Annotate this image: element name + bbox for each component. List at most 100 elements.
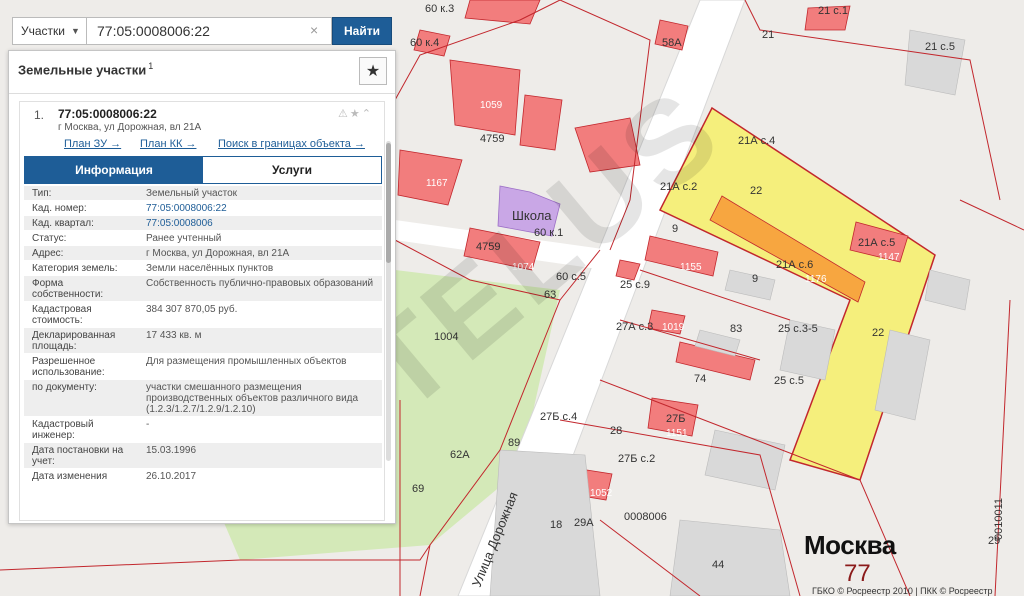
svg-text:25 с.3-5: 25 с.3-5	[778, 323, 818, 335]
table-row: Дата изменения 26.10.2017	[24, 469, 382, 484]
row-key: Тип:	[32, 188, 52, 199]
svg-text:60 к.3: 60 к.3	[425, 3, 454, 15]
svg-text:29А: 29А	[574, 517, 594, 529]
row-key: Кадастровая стоимость:	[32, 304, 92, 326]
svg-text:21А с.2: 21А с.2	[660, 181, 697, 193]
svg-text:1155: 1155	[680, 262, 702, 273]
svg-text:27Б с.4: 27Б с.4	[540, 411, 577, 423]
row-key: Дата изменения	[32, 471, 108, 482]
svg-text:4759: 4759	[476, 241, 500, 253]
result-card: 1. 77:05:0008006:22 г Москва, ул Дорожна…	[19, 101, 385, 521]
row-value: г Москва, ул Дорожная, вл 21А	[146, 248, 290, 259]
table-row: Кадастровая стоимость: 384 307 870,05 руб…	[24, 302, 382, 328]
find-button[interactable]: Найти	[332, 17, 392, 45]
svg-text:4759: 4759	[480, 133, 504, 145]
svg-text:18: 18	[550, 519, 562, 531]
svg-text:44: 44	[712, 559, 724, 571]
clear-icon[interactable]: ×	[310, 22, 318, 38]
table-row: Адрес: г Москва, ул Дорожная, вл 21А	[24, 246, 382, 261]
link-plan-kk[interactable]: План КК →	[140, 138, 196, 150]
svg-text:58А: 58А	[662, 37, 682, 49]
row-key: Адрес:	[32, 248, 64, 259]
row-key: Кадастровый инженер:	[32, 419, 94, 441]
table-row: Кад. номер: 77:05:0008006:22	[24, 201, 382, 216]
tab-information[interactable]: Информация	[25, 157, 203, 183]
search-type-label: Участки	[21, 24, 65, 38]
svg-text:60 с.5: 60 с.5	[556, 271, 586, 283]
tab-services[interactable]: Услуги	[203, 157, 381, 183]
table-row: Тип: Земельный участок	[24, 186, 382, 201]
svg-text:28: 28	[610, 425, 622, 437]
search-bar: Участки ▼ × Найти	[12, 16, 392, 46]
row-value: Земли населённых пунктов	[146, 263, 274, 274]
panel-scrollbar-thumb[interactable]	[386, 143, 391, 263]
link-plan-zu[interactable]: План ЗУ →	[64, 138, 121, 150]
card-action-icons[interactable]: ⚠★⌃	[338, 107, 373, 120]
row-value-link[interactable]: 77:05:0008006:22	[142, 201, 382, 215]
svg-text:1074: 1074	[512, 262, 535, 273]
svg-text:9: 9	[672, 223, 678, 235]
svg-text:60 к.4: 60 к.4	[410, 37, 439, 49]
svg-text:27Б с.2: 27Б с.2	[618, 453, 655, 465]
tab-bar: Информация Услуги	[24, 156, 382, 184]
row-key: Форма собственности:	[32, 278, 104, 300]
table-row: Разрешенное использование: Для размещения…	[24, 354, 382, 380]
row-value: участки смешанного размещения производст…	[146, 382, 359, 415]
svg-text:22: 22	[750, 185, 762, 197]
row-value-link[interactable]: 77:05:0008006	[142, 216, 382, 230]
table-row: Форма собственности: Собственность публич…	[24, 276, 382, 302]
info-table: Тип: Земельный участок Кад. номер: 77:05:0…	[24, 186, 382, 484]
panel-title-count: 1	[148, 61, 154, 71]
search-input[interactable]	[86, 17, 332, 45]
svg-text:0008006: 0008006	[624, 511, 667, 523]
svg-text:27А с.3: 27А с.3	[616, 321, 653, 333]
map-attribution[interactable]: ГБКО © Росреестр 2010 | ПКК © Росреестр	[812, 586, 993, 596]
svg-text:27Б: 27Б	[666, 413, 685, 425]
row-key: Статус:	[32, 233, 67, 244]
result-cadastral-id[interactable]: 77:05:0008006:22	[58, 107, 157, 121]
link-search-within[interactable]: Поиск в границах объекта →	[218, 138, 365, 150]
row-value: 384 307 870,05 руб.	[146, 304, 238, 315]
svg-text:0010011: 0010011	[993, 498, 1005, 540]
svg-text:60 к.1: 60 к.1	[534, 227, 563, 239]
row-value: 15.03.1996	[146, 445, 197, 456]
svg-text:21: 21	[762, 29, 774, 41]
svg-text:1151: 1151	[666, 428, 688, 439]
svg-text:1059: 1059	[480, 100, 503, 111]
svg-text:1147: 1147	[878, 252, 900, 263]
chevron-down-icon: ▼	[71, 26, 80, 36]
svg-text:74: 74	[694, 373, 706, 385]
table-row: Кадастровый инженер: -	[24, 417, 382, 443]
svg-text:21А с.4: 21А с.4	[738, 135, 775, 147]
panel-title: Земельные участки 1	[18, 61, 153, 77]
svg-text:25 с.5: 25 с.5	[774, 375, 804, 387]
row-key: Дата постановки на учет:	[32, 445, 124, 467]
table-row: Статус: Ранее учтенный	[24, 231, 382, 246]
table-row: Категория земель: Земли населённых пункто…	[24, 261, 382, 276]
svg-text:83: 83	[730, 323, 742, 335]
search-type-dropdown[interactable]: Участки ▼	[12, 17, 86, 45]
table-row: Дата постановки на учет: 15.03.1996	[24, 443, 382, 469]
svg-text:25 с.9: 25 с.9	[620, 279, 650, 291]
row-key: Декларированная площадь:	[32, 330, 116, 352]
svg-text:63: 63	[544, 289, 556, 301]
svg-text:1019: 1019	[662, 322, 685, 333]
svg-text:1176: 1176	[805, 274, 827, 285]
row-value: Ранее учтенный	[146, 233, 222, 244]
svg-text:62А: 62А	[450, 449, 470, 461]
row-value: 17 433 кв. м	[146, 330, 202, 341]
svg-text:21 с.1: 21 с.1	[818, 5, 848, 17]
svg-text:1004: 1004	[434, 331, 458, 343]
svg-text:69: 69	[412, 483, 424, 495]
row-value: Собственность публично-правовых образова…	[146, 278, 374, 289]
favorite-star-button[interactable]: ★	[359, 57, 387, 85]
svg-text:21 с.5: 21 с.5	[925, 41, 955, 53]
city-label: Москва	[804, 530, 896, 560]
row-value: 26.10.2017	[146, 471, 197, 482]
table-row: Кад. квартал: 77:05:0008006	[24, 216, 382, 231]
svg-text:Школа: Школа	[512, 208, 552, 223]
row-key: Разрешенное использование:	[32, 356, 105, 378]
panel-title-text: Земельные участки	[18, 62, 147, 78]
region-code: 77	[844, 560, 871, 587]
table-row: Декларированная площадь: 17 433 кв. м	[24, 328, 382, 354]
